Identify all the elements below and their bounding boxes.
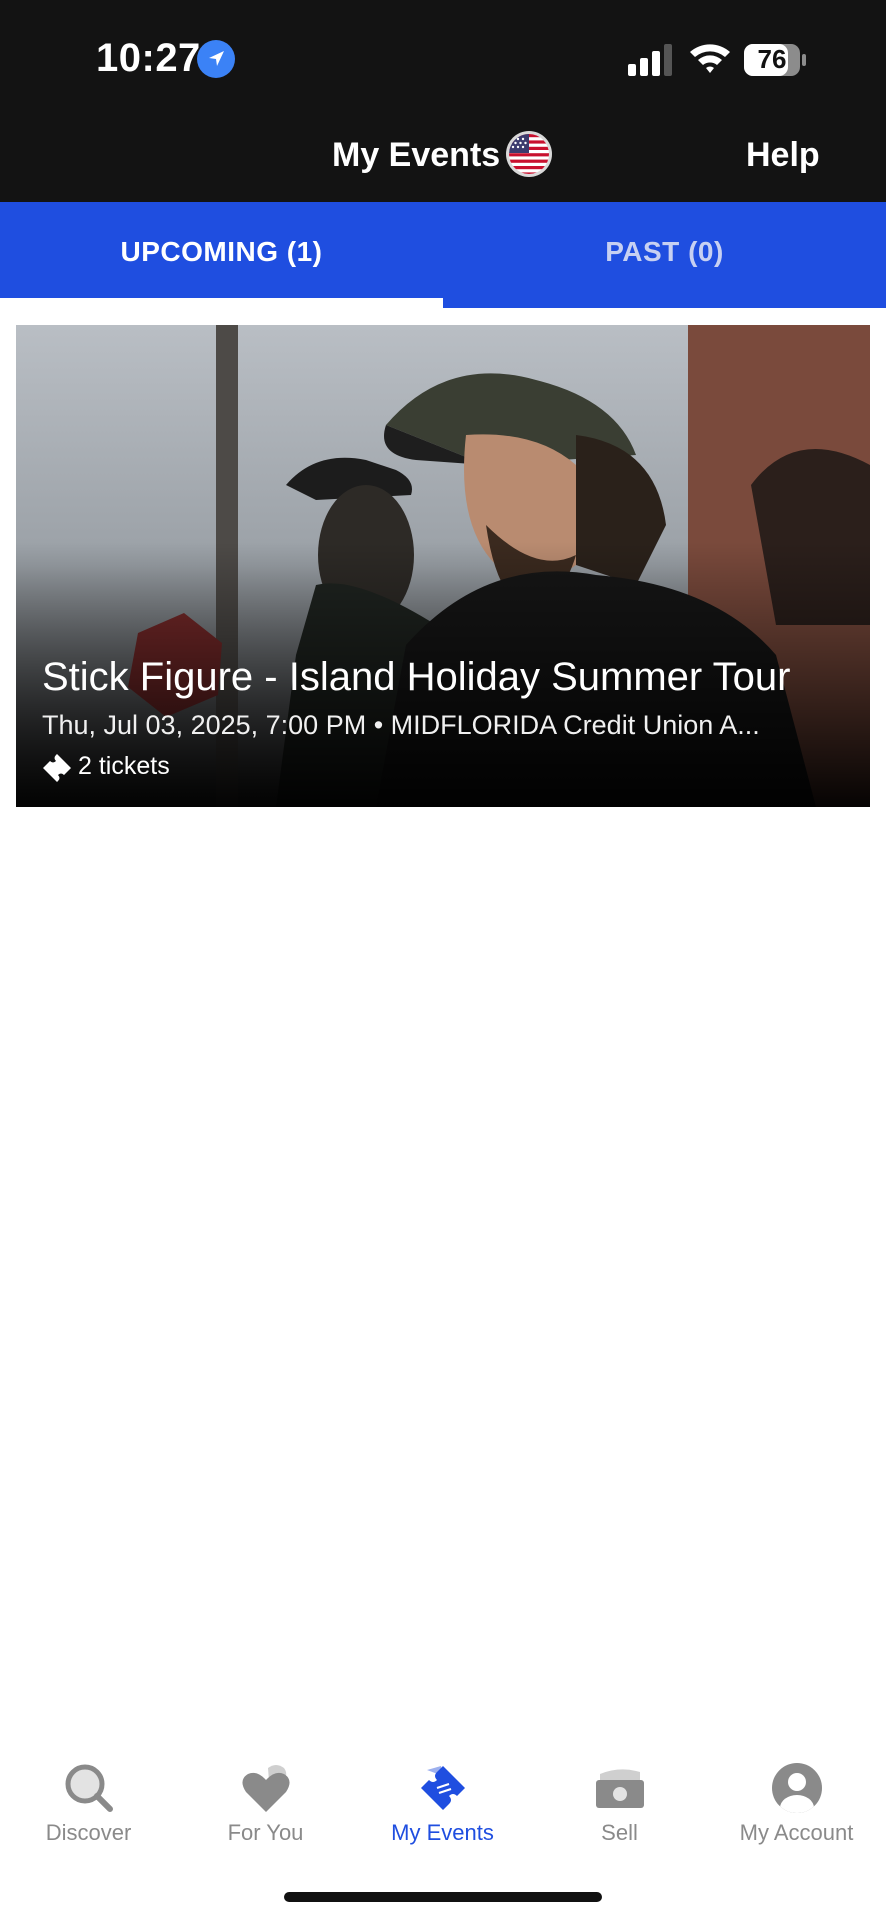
help-link[interactable]: Help	[746, 136, 820, 175]
ticket-icon	[43, 754, 71, 782]
nav-my-account[interactable]: My Account	[708, 1740, 885, 1870]
event-card[interactable]: Stick Figure - Island Holiday Summer Tou…	[16, 325, 870, 807]
nav-discover[interactable]: Discover	[0, 1740, 177, 1870]
cash-icon	[596, 1769, 644, 1808]
battery-level: 76	[757, 44, 787, 74]
heart-icon	[242, 1765, 290, 1812]
event-title: Stick Figure - Island Holiday Summer Tou…	[42, 655, 791, 699]
nav-label: Sell	[601, 1820, 638, 1845]
nav-my-events[interactable]: My Events	[354, 1740, 531, 1870]
active-tab-indicator	[0, 298, 443, 308]
nav-for-you[interactable]: For You	[177, 1740, 354, 1870]
nav-label: My Events	[391, 1820, 494, 1845]
location-arrow-icon	[197, 40, 235, 78]
nav-label: My Account	[739, 1820, 854, 1845]
search-icon	[65, 1764, 113, 1812]
wifi-icon	[690, 44, 730, 73]
nav-sell[interactable]: Sell	[531, 1740, 708, 1870]
person-icon	[772, 1763, 822, 1813]
event-date-venue: Thu, Jul 03, 2025, 7:00 PM • MIDFLORIDA …	[42, 710, 760, 740]
home-indicator	[284, 1892, 602, 1902]
status-time: 10:27	[96, 36, 201, 80]
cellular-signal-icon	[628, 44, 672, 76]
nav-label: Discover	[45, 1820, 132, 1845]
page-title: My Events	[332, 136, 501, 174]
us-flag-icon[interactable]	[505, 130, 553, 178]
ticket-count: 2 tickets	[78, 752, 170, 780]
bottom-navigation: Discover For You My Events Sell My Accou…	[0, 1740, 886, 1870]
nav-label: For You	[227, 1820, 304, 1845]
tab-past[interactable]: PAST (0)	[443, 236, 886, 268]
ticket-icon	[421, 1766, 465, 1810]
tab-upcoming[interactable]: UPCOMING (1)	[0, 236, 443, 268]
